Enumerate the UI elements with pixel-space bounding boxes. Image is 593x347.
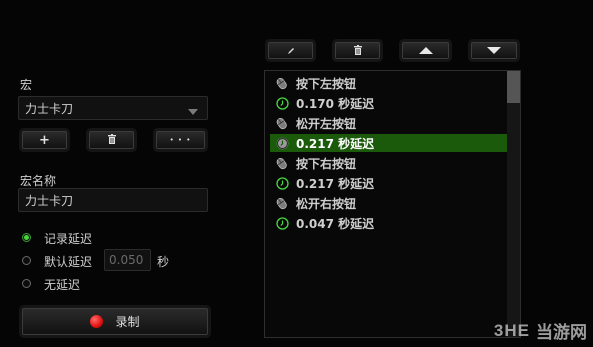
macro-label: 宏 <box>20 78 33 92</box>
radio-no-delay[interactable] <box>22 279 31 288</box>
event-row-text: 0.217 秒延迟 <box>296 176 375 191</box>
clock-icon <box>274 136 290 150</box>
macro-name-value: 力士卡刀 <box>25 193 74 208</box>
add-macro-button[interactable]: + <box>22 131 67 149</box>
record-button[interactable]: 录制 <box>22 308 208 335</box>
event-row-text: 0.170 秒延迟 <box>296 96 375 111</box>
watermark-site-name: 当游网 <box>536 323 587 343</box>
macro-name-input[interactable]: 力士卡刀 <box>18 188 208 212</box>
event-row-text: 松开右按钮 <box>296 196 357 211</box>
edit-event-button[interactable] <box>268 42 313 59</box>
more-options-button[interactable]: • • • <box>156 131 205 149</box>
delete-event-button[interactable] <box>335 42 380 59</box>
mouse-icon <box>274 156 290 170</box>
event-row[interactable]: 0.217 秒延迟 <box>270 174 508 192</box>
trash-icon <box>107 133 116 147</box>
pencil-icon <box>287 44 295 58</box>
default-delay-unit: 秒 <box>157 255 170 269</box>
event-row-text: 按下左按钮 <box>296 76 357 91</box>
record-icon <box>90 315 104 328</box>
mouse-icon <box>274 116 290 130</box>
move-down-button[interactable] <box>471 42 517 59</box>
event-row[interactable]: 松开左按钮 <box>270 114 508 132</box>
event-row[interactable]: 松开右按钮 <box>270 194 508 212</box>
event-row[interactable]: 按下左按钮 <box>270 74 508 92</box>
macro-name-label: 宏名称 <box>20 174 57 188</box>
arrow-up-icon <box>418 47 433 54</box>
scrollbar-thumb[interactable] <box>507 71 520 103</box>
mouse-icon <box>274 196 290 210</box>
event-row[interactable]: 按下右按钮 <box>270 154 508 172</box>
event-row-text: 0.217 秒延迟 <box>296 136 375 151</box>
default-delay-value: 0.050 <box>109 253 144 267</box>
radio-record-delay-label: 记录延迟 <box>44 232 93 246</box>
trash-icon <box>353 44 362 58</box>
delete-macro-button[interactable] <box>89 131 134 149</box>
default-delay-input[interactable]: 0.050 <box>104 249 151 271</box>
arrow-down-icon <box>487 47 501 54</box>
event-row-text: 松开左按钮 <box>296 116 357 131</box>
clock-icon <box>274 96 290 110</box>
more-icon: • • • <box>169 136 192 144</box>
event-row[interactable]: 0.217 秒延迟 <box>270 134 508 152</box>
record-button-label: 录制 <box>115 315 140 329</box>
radio-default-delay[interactable] <box>22 256 31 265</box>
macro-event-list[interactable]: 按下左按钮 0.170 秒延迟 松开左按钮 0.217 秒延迟 按下右按钮 0.217 秒… <box>264 70 521 338</box>
event-row-text: 按下右按钮 <box>296 156 357 171</box>
macro-select[interactable]: 力士卡刀 <box>18 96 208 120</box>
radio-default-delay-label: 默认延迟 <box>44 255 93 269</box>
radio-no-delay-label: 无延迟 <box>44 278 81 292</box>
radio-record-delay[interactable] <box>22 233 31 242</box>
event-row[interactable]: 0.047 秒延迟 <box>270 214 508 232</box>
event-row-text: 0.047 秒延迟 <box>296 216 375 231</box>
event-row[interactable]: 0.170 秒延迟 <box>270 94 508 112</box>
macro-select-value: 力士卡刀 <box>25 101 74 116</box>
site-watermark: 3HE 当游网 <box>493 318 587 344</box>
move-up-button[interactable] <box>402 42 449 59</box>
clock-icon <box>274 176 290 190</box>
clock-icon <box>274 216 290 230</box>
mouse-icon <box>274 76 290 90</box>
event-list-scrollbar[interactable] <box>507 71 520 337</box>
chevron-down-icon <box>188 109 198 115</box>
plus-icon: + <box>39 132 50 148</box>
watermark-logo: 3HE <box>493 320 530 340</box>
